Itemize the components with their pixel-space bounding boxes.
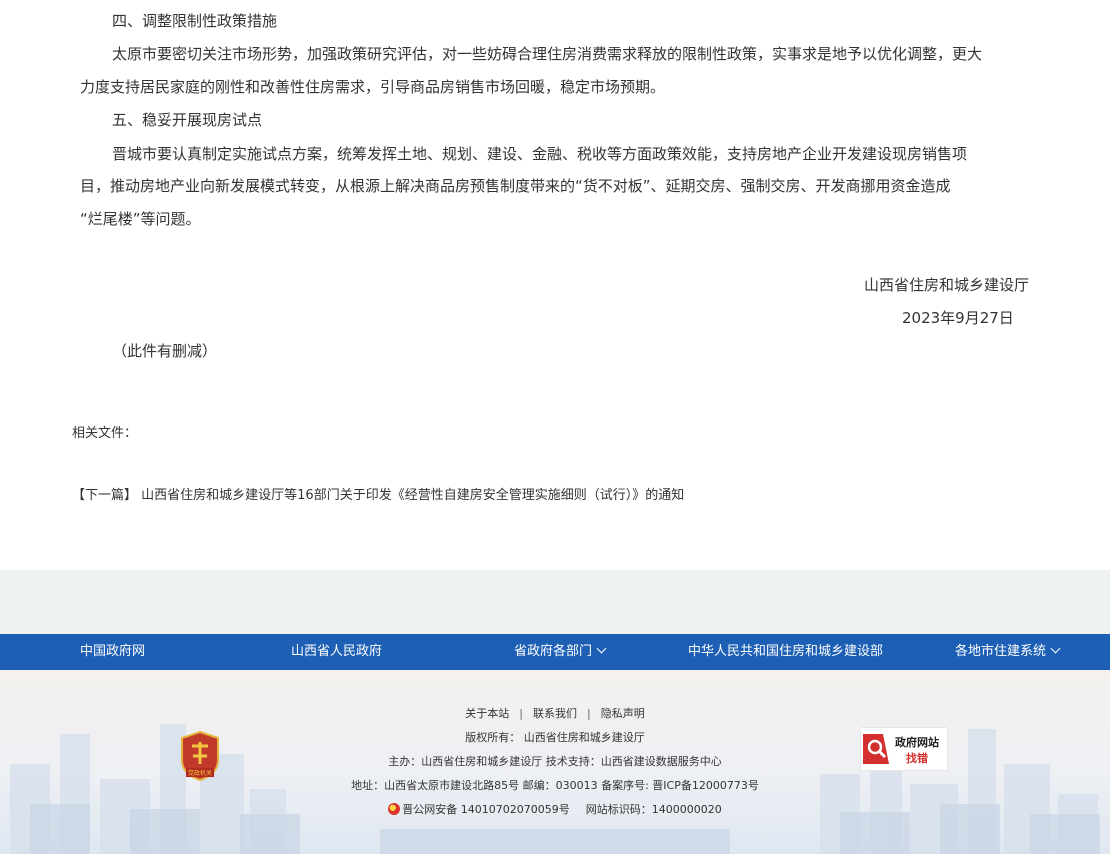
section5-paragraph-line1: 晋城市要认真制定实施试点方案，统筹发挥土地、规划、建设、金融、税收等方面政策效能… bbox=[112, 145, 968, 163]
contact-link[interactable]: 联系我们 bbox=[533, 707, 577, 720]
gray-spacer-band bbox=[0, 570, 1110, 634]
issuer-signature: 山西省住房和城乡建设厅 bbox=[864, 276, 1030, 294]
chevron-down-icon bbox=[596, 643, 607, 654]
section5-paragraph-line3: “烂尾楼”等问题。 bbox=[80, 210, 201, 228]
section4-paragraph-line2: 力度支持居民家庭的刚性和改善性住房需求，引导商品房销售市场回暖，稳定市场预期。 bbox=[80, 78, 666, 96]
deletion-note: （此件有删减） bbox=[112, 342, 218, 360]
site-id: 网站标识码：1400000020 bbox=[585, 803, 722, 816]
police-badge-icon bbox=[388, 803, 401, 815]
nav-item-label: 各地市住建系统 bbox=[955, 644, 1047, 659]
nav-item-mohurd[interactable]: 中华人民共和国住房和城乡建设部 bbox=[688, 634, 883, 670]
nav-item-provincial-departments[interactable]: 省政府各部门 bbox=[514, 634, 607, 670]
next-article[interactable]: 【下一篇】 山西省住房和城乡建设厅等16部门关于印发《经营性自建房安全管理实施细… bbox=[72, 486, 684, 506]
badge-right-text1: 政府网站 bbox=[895, 735, 939, 749]
gov-site-error-report-badge[interactable]: 政府网站 找错 bbox=[860, 727, 948, 771]
next-article-tag: 【下一篇】 bbox=[72, 488, 138, 503]
nav-item-label: 省政府各部门 bbox=[514, 644, 593, 659]
chevron-down-icon bbox=[1050, 643, 1061, 654]
nav-item-label: 山西省人民政府 bbox=[291, 644, 383, 659]
footer-address: 地址：山西省太原市建设北路85号 邮编：030013 备案序号: 晋ICP备12… bbox=[351, 779, 759, 792]
privacy-link[interactable]: 隐私声明 bbox=[601, 707, 645, 720]
nav-item-shanxi-gov[interactable]: 山西省人民政府 bbox=[291, 634, 382, 670]
nav-item-city-systems[interactable]: 各地市住建系统 bbox=[955, 634, 1061, 670]
nav-item-label: 中华人民共和国住房和城乡建设部 bbox=[688, 644, 884, 659]
badge-right-text2: 找错 bbox=[906, 751, 928, 765]
error-report-icon: 政府网站 找错 bbox=[861, 728, 947, 770]
section4-paragraph-line1: 太原市要密切关注市场形势，加强政策研究评估，对一些妨碍合理住房消费需求释放的限制… bbox=[112, 45, 983, 63]
nav-item-gov-cn[interactable]: 中国政府网 bbox=[80, 634, 145, 670]
site-footer: 党政机关 关于本站 | 联系我们 | 隐私声明 版权所有： 山西省住房和城乡建设厅 主办… bbox=[0, 670, 1110, 854]
section5-paragraph-line2: 目，推动房地产业向新发展模式转变，从根源上解决商品房预售制度带来的“货不对板”、… bbox=[80, 177, 951, 195]
police-record[interactable]: 晋公网安备 14010702070059号 bbox=[402, 803, 569, 816]
next-article-link[interactable]: 山西省住房和城乡建设厅等16部门关于印发《经营性自建房安全管理实施细则（试行）》… bbox=[141, 488, 684, 503]
footer-security: 晋公网安备 14010702070059号 网站标识码：1400000020 bbox=[0, 802, 1110, 818]
nav-item-label: 中国政府网 bbox=[80, 644, 146, 659]
footer-links: 关于本站 | 联系我们 | 隐私声明 bbox=[465, 707, 645, 720]
about-link[interactable]: 关于本站 bbox=[465, 707, 509, 720]
badge-left-text: 党政机关 bbox=[188, 769, 212, 777]
footer-link-nav: 中国政府网 山西省人民政府 省政府各部门 中华人民共和国住房和城乡建设部 各地市… bbox=[0, 634, 1110, 670]
section4-title: 四、调整限制性政策措施 bbox=[112, 12, 278, 30]
issue-date: 2023年9月27日 bbox=[902, 309, 1014, 327]
related-files-label: 相关文件： bbox=[72, 426, 138, 441]
section5-title: 五、稳妥开展现房试点 bbox=[112, 111, 263, 129]
